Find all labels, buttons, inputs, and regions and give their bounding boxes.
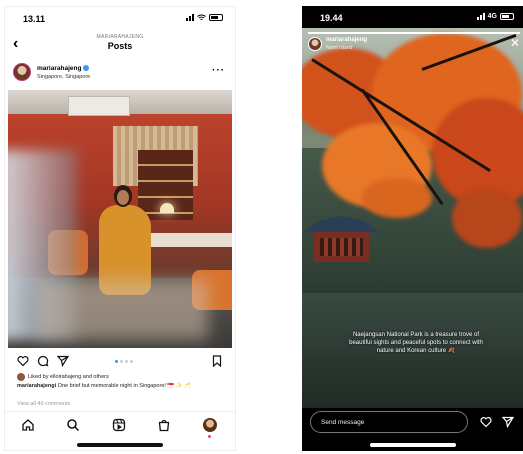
- send-message-input[interactable]: Send message: [310, 411, 468, 433]
- top-nav: ‹ MARIARAHAJENG Posts: [5, 29, 235, 57]
- status-bar: 19.44 4G: [302, 6, 523, 28]
- liker-avatar: [17, 373, 25, 381]
- story-progress-bar: [308, 32, 520, 34]
- verified-badge-icon: [83, 65, 90, 72]
- more-options-icon[interactable]: ···: [212, 65, 225, 76]
- post-header: mariarahajeng Singapore, Singapore ···: [5, 61, 235, 89]
- instagram-story-screen: 19.44 4G Naejangsan National Park is a t…: [302, 6, 523, 451]
- photo-air-conditioner: [68, 96, 130, 116]
- battery-icon: [209, 13, 223, 21]
- wifi-icon: [197, 14, 206, 20]
- story-caption: Naejangsan National Park is a treasure t…: [349, 332, 483, 354]
- story-avatar[interactable]: [308, 37, 322, 51]
- reels-icon[interactable]: [112, 418, 126, 432]
- caption-username[interactable]: mariarahajengi: [17, 383, 56, 389]
- story-username[interactable]: mariarahajeng: [326, 37, 367, 43]
- photo-lamp: [160, 203, 174, 213]
- signal-icon: [476, 12, 485, 20]
- caption-text: One brief but memorable night in Singapo…: [57, 383, 192, 389]
- post-photo[interactable]: [8, 90, 232, 348]
- instagram-post-screen: 13.11 ‹ MARIARAHAJENG Posts mariarahajen…: [4, 6, 236, 451]
- carousel-indicator: [115, 360, 133, 363]
- status-time: 13.11: [23, 14, 46, 24]
- post-username[interactable]: mariarahajeng: [37, 65, 90, 72]
- post-location[interactable]: Singapore, Singapore: [37, 74, 90, 80]
- status-icons: 4G: [476, 12, 514, 20]
- heart-icon[interactable]: [17, 355, 29, 367]
- comment-icon[interactable]: [37, 355, 49, 367]
- share-icon[interactable]: [57, 355, 69, 367]
- pavilion: [304, 216, 379, 276]
- story-location[interactable]: Nami Island: [326, 45, 352, 51]
- story-image[interactable]: Naejangsan National Park is a treasure t…: [302, 28, 523, 408]
- battery-icon: [500, 12, 514, 20]
- status-icons: [186, 13, 223, 21]
- shop-icon[interactable]: [157, 418, 171, 432]
- avatar[interactable]: [13, 63, 31, 81]
- status-time: 19.44: [320, 13, 343, 23]
- liked-by[interactable]: Liked by elloirahajeng and others: [17, 373, 109, 381]
- header-username: MARIARAHAJENG: [96, 34, 144, 40]
- post-actions: [5, 353, 235, 369]
- liked-by-text: Liked by elloirahajeng and others: [28, 374, 109, 380]
- profile-icon[interactable]: [203, 418, 217, 438]
- search-icon[interactable]: [66, 418, 80, 432]
- home-indicator: [77, 443, 163, 447]
- photo-motion-blur: [38, 280, 208, 340]
- status-bar: 13.11: [5, 7, 235, 29]
- notification-dot: [208, 435, 211, 438]
- view-comments-link[interactable]: View all 40 comments: [17, 401, 70, 407]
- signal-icon: [186, 13, 194, 21]
- home-icon[interactable]: [21, 418, 35, 432]
- share-icon[interactable]: [502, 416, 514, 428]
- close-icon[interactable]: ✕: [510, 36, 520, 50]
- bottom-tab-bar: [5, 411, 235, 438]
- autumn-foliage: [452, 188, 522, 248]
- autumn-foliage: [362, 178, 432, 218]
- home-indicator: [370, 443, 456, 447]
- post-caption: mariarahajengi One brief but memorable n…: [17, 383, 227, 390]
- heart-icon[interactable]: [480, 416, 492, 428]
- bookmark-icon[interactable]: [211, 355, 223, 367]
- photo-person: [94, 185, 154, 295]
- page-title: Posts: [107, 41, 133, 51]
- network-label: 4G: [487, 12, 497, 20]
